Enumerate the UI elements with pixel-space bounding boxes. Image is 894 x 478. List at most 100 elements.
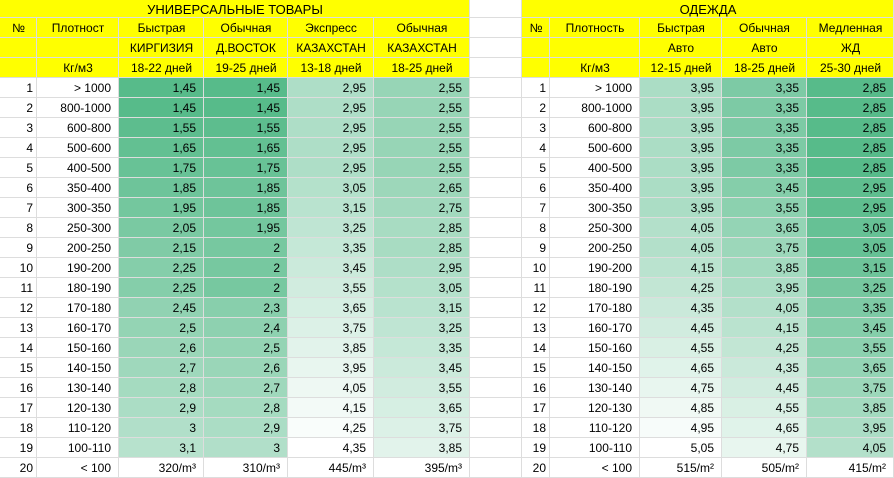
price-cell[interactable]: 3,05	[374, 278, 470, 298]
price-cell[interactable]: 1,55	[119, 118, 204, 138]
price-cell[interactable]: 3,95	[640, 138, 722, 158]
density-range-cell[interactable]: 180-190	[550, 278, 640, 298]
price-cell[interactable]: 3,65	[722, 218, 807, 238]
col-header-number[interactable]: №	[0, 18, 37, 38]
price-cell[interactable]: 1,85	[119, 178, 204, 198]
price-cell[interactable]: 4,05	[807, 438, 894, 458]
density-range-cell[interactable]: < 100	[37, 458, 119, 478]
price-cell[interactable]: 2,5	[119, 318, 204, 338]
price-cell[interactable]: 1,45	[204, 78, 288, 98]
price-cell[interactable]: 2,95	[288, 118, 374, 138]
row-number-cell[interactable]: 7	[0, 198, 37, 218]
price-cell[interactable]: 4,35	[288, 438, 374, 458]
row-number-cell[interactable]: 9	[522, 238, 550, 258]
row-number-cell[interactable]: 19	[522, 438, 550, 458]
price-cell[interactable]: 4,15	[722, 318, 807, 338]
price-cell[interactable]: 2	[204, 278, 288, 298]
density-range-cell[interactable]: 150-160	[37, 338, 119, 358]
price-cell[interactable]: 1,65	[119, 138, 204, 158]
price-cell[interactable]: 3,15	[374, 298, 470, 318]
price-cell[interactable]: 2,95	[288, 138, 374, 158]
price-cell[interactable]: 2,4	[204, 318, 288, 338]
price-cell[interactable]: 2,95	[374, 258, 470, 278]
price-cell[interactable]: 1,85	[204, 198, 288, 218]
price-cell[interactable]: 4,65	[640, 358, 722, 378]
service-route-header[interactable]: Авто	[722, 38, 807, 58]
price-cell[interactable]: 3,45	[288, 258, 374, 278]
row-number-cell[interactable]: 18	[0, 418, 37, 438]
density-range-cell[interactable]: 170-180	[37, 298, 119, 318]
row-number-cell[interactable]: 13	[0, 318, 37, 338]
price-cell[interactable]: 3,1	[119, 438, 204, 458]
price-cell[interactable]: 3,25	[807, 278, 894, 298]
price-cell[interactable]: 4,35	[640, 298, 722, 318]
price-cell[interactable]: 3,45	[807, 318, 894, 338]
price-cell[interactable]: 4,15	[288, 398, 374, 418]
price-cell[interactable]: 3,85	[288, 338, 374, 358]
price-cell[interactable]: 3,05	[288, 178, 374, 198]
row-number-cell[interactable]: 7	[522, 198, 550, 218]
row-number-cell[interactable]: 2	[0, 98, 37, 118]
row-number-cell[interactable]: 20	[0, 458, 37, 478]
price-cell[interactable]: 1,45	[119, 78, 204, 98]
price-cell[interactable]: 4,45	[640, 318, 722, 338]
service-speed-header[interactable]: Экспресс	[288, 18, 374, 38]
row-number-cell[interactable]: 18	[522, 418, 550, 438]
density-range-cell[interactable]: 500-600	[550, 138, 640, 158]
price-cell[interactable]: 395/m³	[374, 458, 470, 478]
row-number-cell[interactable]: 14	[522, 338, 550, 358]
price-cell[interactable]: 5,05	[640, 438, 722, 458]
price-cell[interactable]: 4,05	[288, 378, 374, 398]
price-cell[interactable]: 3,05	[807, 238, 894, 258]
price-cell[interactable]: 2,85	[807, 138, 894, 158]
price-cell[interactable]: 1,45	[119, 98, 204, 118]
row-number-cell[interactable]: 11	[522, 278, 550, 298]
price-cell[interactable]: 3,55	[288, 278, 374, 298]
col-header-density[interactable]: Плотност	[37, 18, 119, 38]
density-range-cell[interactable]: 160-170	[550, 318, 640, 338]
price-cell[interactable]: 3,95	[722, 278, 807, 298]
price-cell[interactable]: 3,15	[807, 258, 894, 278]
density-range-cell[interactable]: 400-500	[37, 158, 119, 178]
service-speed-header[interactable]: Обычная	[374, 18, 470, 38]
price-cell[interactable]: 2,95	[807, 198, 894, 218]
price-cell[interactable]: 3,75	[374, 418, 470, 438]
price-cell[interactable]: 3,35	[374, 338, 470, 358]
density-range-cell[interactable]: 200-250	[37, 238, 119, 258]
density-range-cell[interactable]: 100-110	[37, 438, 119, 458]
col-header-density[interactable]: Плотность	[550, 18, 640, 38]
service-days-header[interactable]: 19-25 дней	[204, 58, 288, 78]
price-cell[interactable]: 2,85	[374, 218, 470, 238]
row-number-cell[interactable]: 10	[0, 258, 37, 278]
density-range-cell[interactable]: 110-120	[550, 418, 640, 438]
price-cell[interactable]: 2,25	[119, 278, 204, 298]
density-range-cell[interactable]: 100-110	[550, 438, 640, 458]
density-range-cell[interactable]: 200-250	[550, 238, 640, 258]
price-cell[interactable]: 1,75	[119, 158, 204, 178]
density-unit-cell[interactable]: Кг/м3	[37, 58, 119, 78]
density-range-cell[interactable]: 150-160	[550, 338, 640, 358]
price-cell[interactable]: 2,95	[288, 78, 374, 98]
density-range-cell[interactable]: 800-1000	[550, 98, 640, 118]
price-cell[interactable]: 445/m³	[288, 458, 374, 478]
row-number-cell[interactable]: 6	[0, 178, 37, 198]
empty-header-cell[interactable]	[0, 58, 37, 78]
price-cell[interactable]: 4,15	[640, 258, 722, 278]
density-range-cell[interactable]: 130-140	[37, 378, 119, 398]
row-number-cell[interactable]: 19	[0, 438, 37, 458]
price-cell[interactable]: 3,95	[640, 198, 722, 218]
service-route-header[interactable]: КАЗАХСТАН	[374, 38, 470, 58]
row-number-cell[interactable]: 17	[0, 398, 37, 418]
price-cell[interactable]: 2,8	[119, 378, 204, 398]
price-cell[interactable]: 2,6	[204, 358, 288, 378]
row-number-cell[interactable]: 15	[0, 358, 37, 378]
density-range-cell[interactable]: 500-600	[37, 138, 119, 158]
density-range-cell[interactable]: 350-400	[37, 178, 119, 198]
price-cell[interactable]: 3	[204, 438, 288, 458]
price-cell[interactable]: 3,45	[374, 358, 470, 378]
service-speed-header[interactable]: Быстрая	[119, 18, 204, 38]
price-cell[interactable]: 2,7	[119, 358, 204, 378]
price-cell[interactable]: 505/m²	[722, 458, 807, 478]
price-cell[interactable]: 4,25	[288, 418, 374, 438]
price-cell[interactable]: 3,35	[288, 238, 374, 258]
